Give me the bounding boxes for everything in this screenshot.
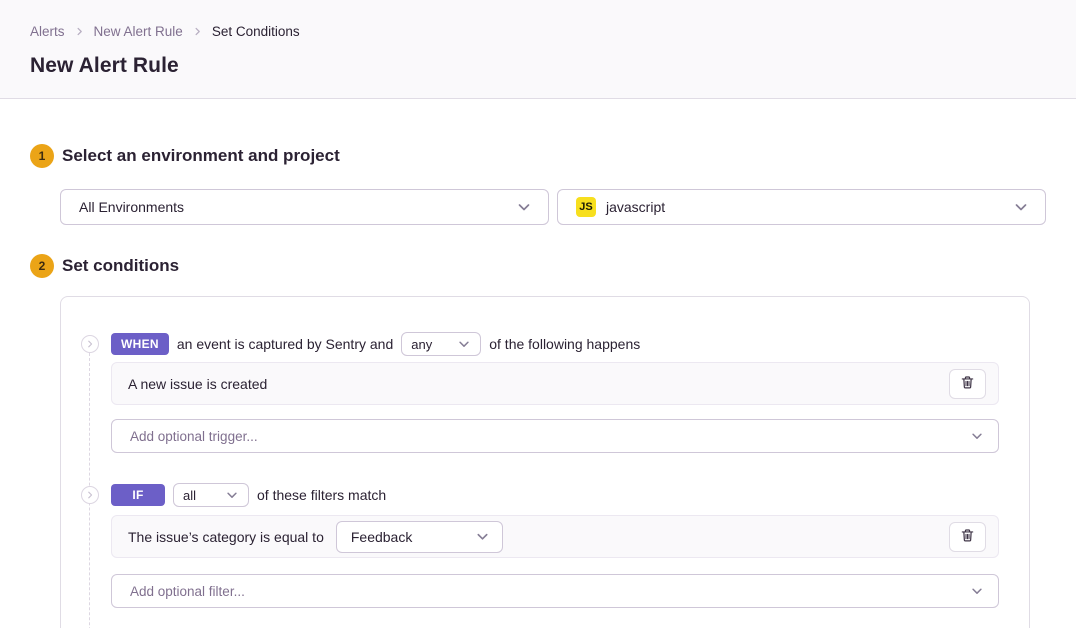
when-condition-row: WHEN an event is captured by Sentry and … — [111, 333, 999, 355]
step-1-title: Select an environment and project — [62, 146, 340, 166]
if-badge: IF — [111, 484, 165, 506]
if-condition-row: IF all of these filters match — [111, 484, 999, 506]
conditions-card: WHEN an event is captured by Sentry and … — [60, 296, 1030, 628]
breadcrumb: Alerts New Alert Rule Set Conditions — [30, 24, 1046, 39]
step-2-heading: 2 Set conditions — [30, 254, 1046, 278]
project-select[interactable]: JS javascript — [557, 189, 1046, 225]
chevron-down-icon — [970, 429, 984, 443]
main-content: 1 Select an environment and project All … — [0, 144, 1076, 628]
trash-icon — [960, 375, 975, 393]
breadcrumb-current: Set Conditions — [212, 24, 300, 39]
project-select-value: javascript — [606, 199, 665, 215]
add-optional-trigger-select[interactable]: Add optional trigger... — [111, 419, 999, 453]
delete-filter-button[interactable] — [949, 522, 986, 552]
when-match-value: any — [411, 337, 432, 352]
breadcrumb-link-alerts[interactable]: Alerts — [30, 24, 65, 39]
add-optional-filter-select[interactable]: Add optional filter... — [111, 574, 999, 608]
when-badge: WHEN — [111, 333, 169, 355]
chevron-circle-icon — [81, 486, 99, 504]
trigger-row-label: A new issue is created — [128, 376, 267, 392]
step-2-title: Set conditions — [62, 256, 179, 276]
when-match-select[interactable]: any — [401, 332, 481, 356]
environment-project-row: All Environments JS javascript — [60, 189, 1046, 225]
when-text-before: an event is captured by Sentry and — [177, 336, 393, 352]
delete-trigger-button[interactable] — [949, 369, 986, 399]
add-trigger-placeholder: Add optional trigger... — [130, 429, 258, 444]
step-1-heading: 1 Select an environment and project — [30, 144, 1046, 168]
chevron-down-icon — [970, 584, 984, 598]
if-match-select[interactable]: all — [173, 483, 249, 507]
trash-icon — [960, 528, 975, 546]
javascript-platform-icon: JS — [576, 197, 596, 217]
chevron-right-icon — [192, 26, 203, 37]
add-filter-placeholder: Add optional filter... — [130, 584, 245, 599]
filter-category-value: Feedback — [351, 529, 412, 545]
filter-category-select[interactable]: Feedback — [336, 521, 503, 553]
chevron-down-icon — [225, 488, 239, 502]
trigger-row: A new issue is created — [111, 362, 999, 405]
environment-select-value: All Environments — [79, 199, 184, 215]
filter-row-label: The issue’s category is equal to — [128, 529, 324, 545]
when-text-after: of the following happens — [489, 336, 640, 352]
environment-select[interactable]: All Environments — [60, 189, 549, 225]
chevron-down-icon — [516, 199, 532, 215]
chevron-down-icon — [1013, 199, 1029, 215]
chevron-down-icon — [457, 337, 471, 351]
breadcrumb-link-new-alert-rule[interactable]: New Alert Rule — [94, 24, 183, 39]
step-1-number-badge: 1 — [30, 144, 54, 168]
chevron-down-icon — [475, 529, 490, 544]
chevron-circle-icon — [81, 335, 99, 353]
if-match-value: all — [183, 488, 196, 503]
filter-row: The issue’s category is equal to Feedbac… — [111, 515, 999, 558]
if-text-after: of these filters match — [257, 487, 386, 503]
page-header: Alerts New Alert Rule Set Conditions New… — [0, 0, 1076, 99]
step-2-number-badge: 2 — [30, 254, 54, 278]
page-title: New Alert Rule — [30, 54, 1046, 78]
chevron-right-icon — [74, 26, 85, 37]
